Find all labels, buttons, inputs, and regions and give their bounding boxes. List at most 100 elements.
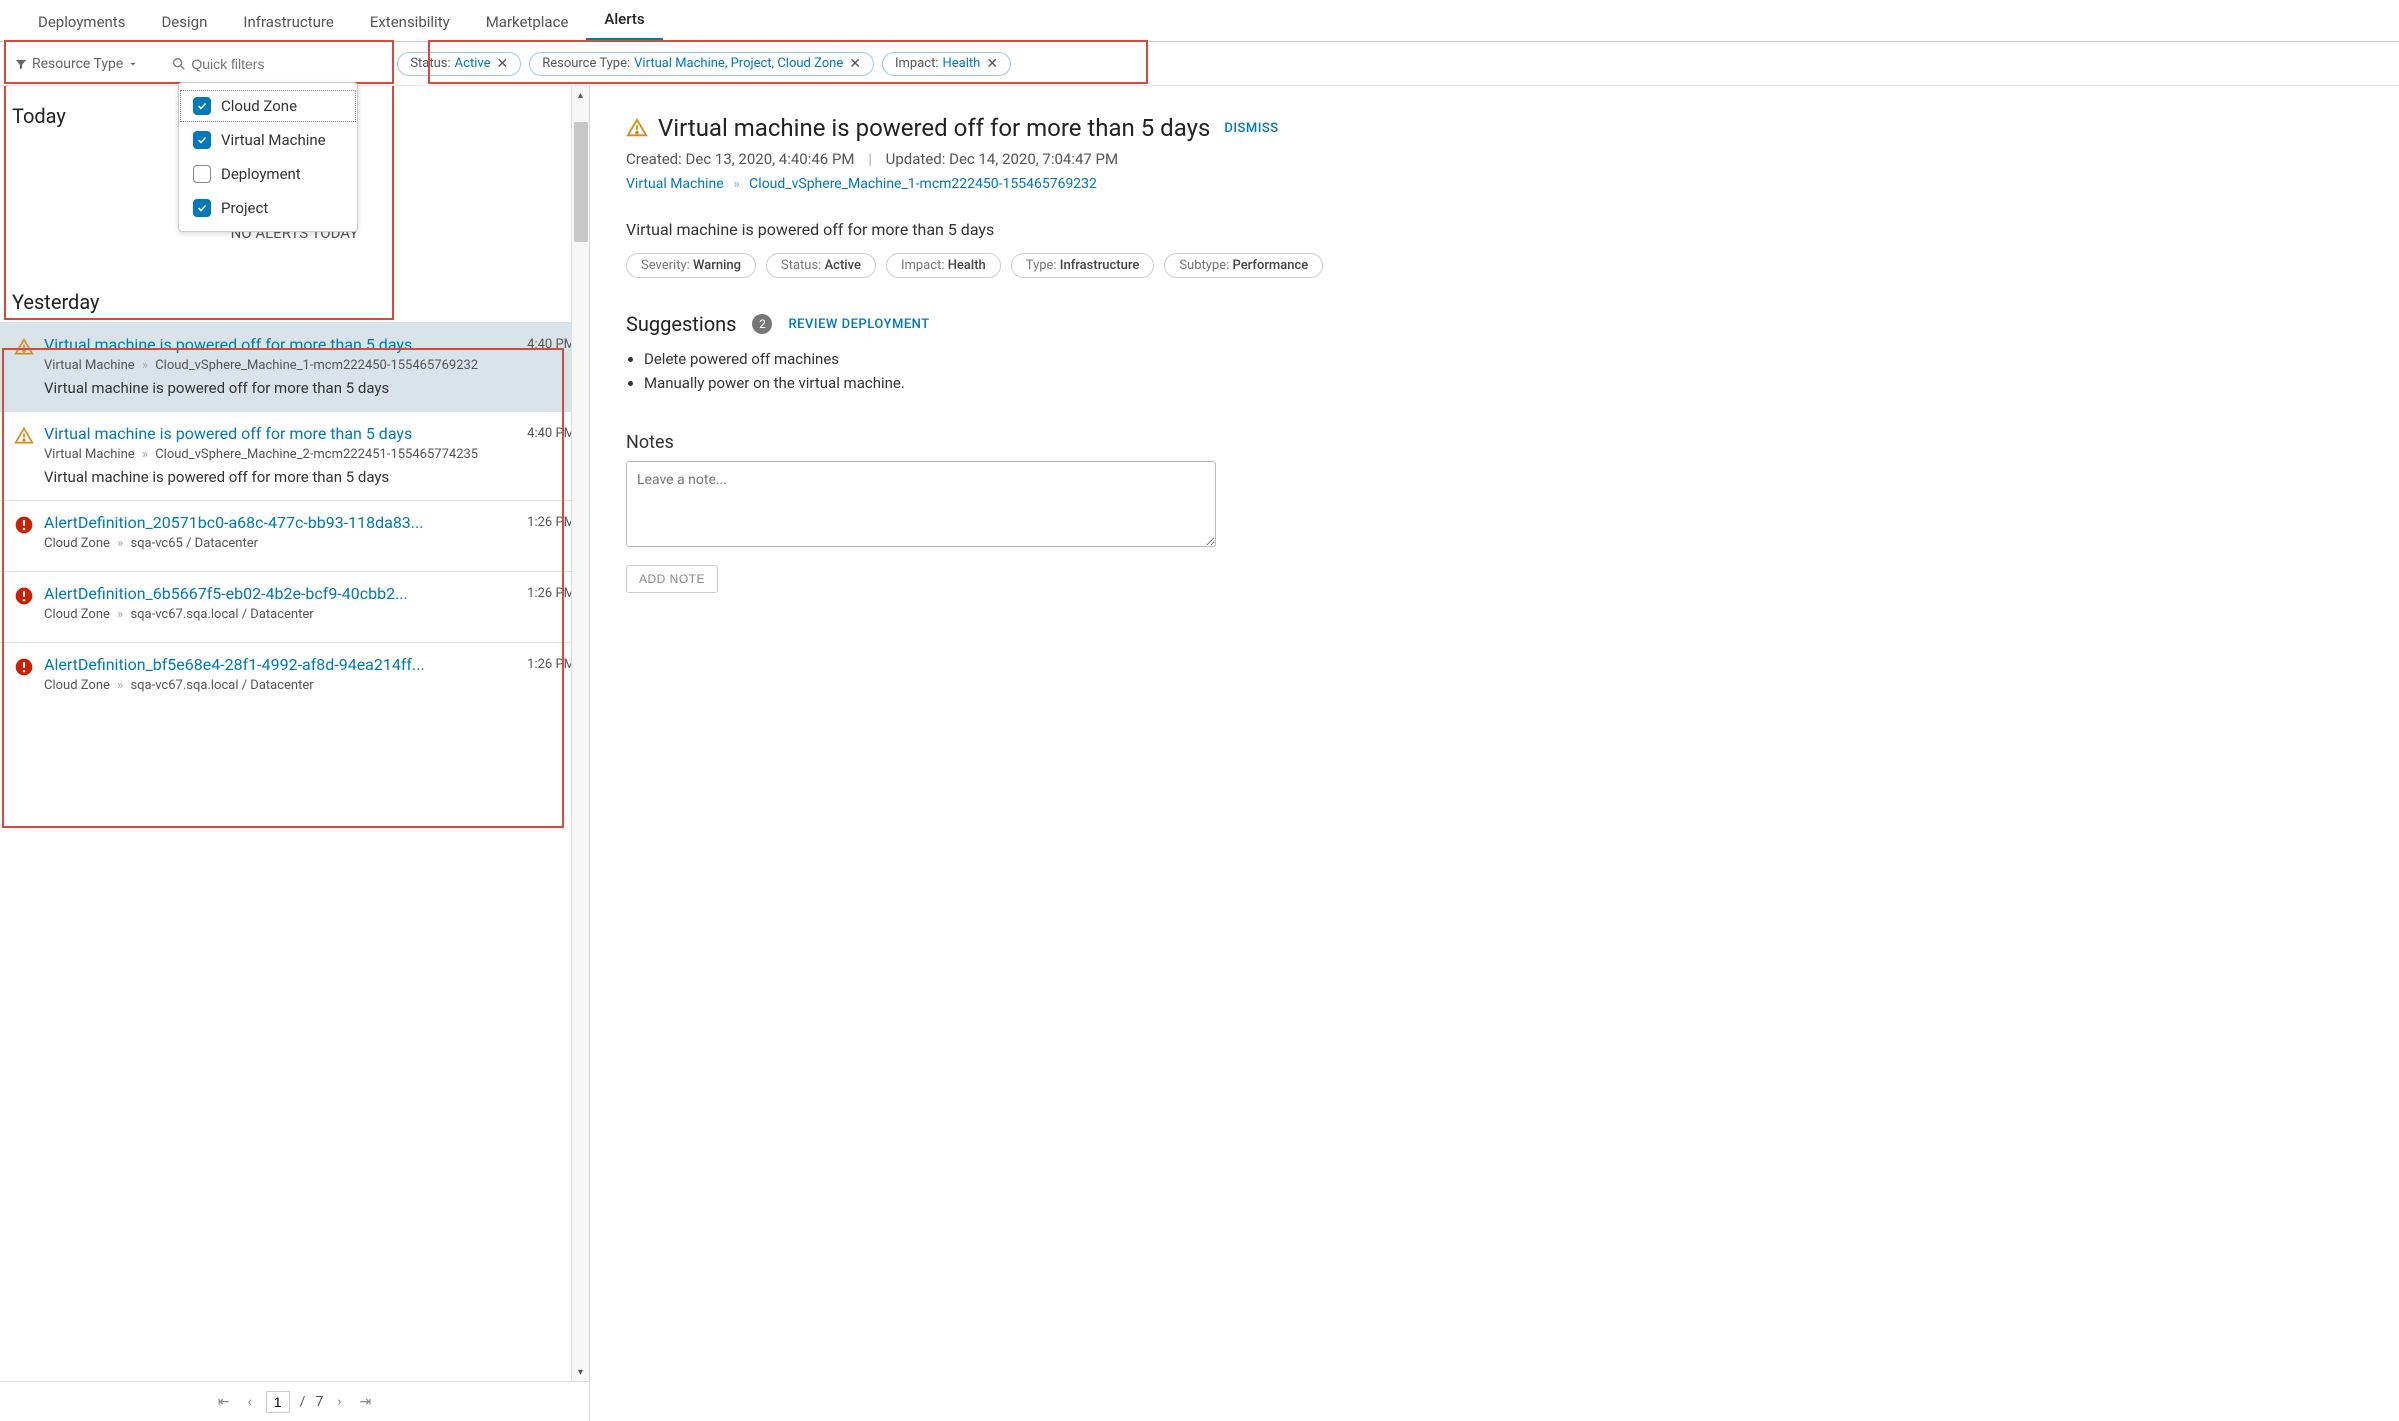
- dropdown-option[interactable]: Project: [179, 191, 357, 225]
- alert-detail-panel: Virtual machine is powered off for more …: [590, 86, 2399, 1421]
- note-input[interactable]: [626, 461, 1216, 547]
- checkbox[interactable]: [193, 131, 211, 149]
- alert-title: Virtual machine is powered off for more …: [44, 424, 517, 443]
- scrollbar[interactable]: ▴ ▾: [571, 86, 589, 1381]
- active-filter-pills: Status: Active ✕ Resource Type: Virtual M…: [397, 52, 1011, 76]
- suggestion-item: Manually power on the virtual machine.: [644, 374, 2363, 392]
- alert-time: 1:26 PM: [527, 513, 575, 557]
- bc-type-link[interactable]: Virtual Machine: [626, 176, 724, 192]
- page-next[interactable]: ›: [333, 1394, 345, 1410]
- close-icon[interactable]: ✕: [986, 56, 998, 72]
- alert-time: 1:26 PM: [527, 655, 575, 699]
- quick-filter-input[interactable]: [187, 52, 337, 76]
- tab-infrastructure[interactable]: Infrastructure: [225, 3, 351, 41]
- critical-icon: [14, 513, 34, 557]
- suggestions-list: Delete powered off machines Manually powe…: [644, 350, 2363, 392]
- detail-description: Virtual machine is powered off for more …: [626, 220, 2363, 239]
- filter-pill[interactable]: Status: Active ✕: [397, 52, 521, 76]
- alert-title: Virtual machine is powered off for more …: [44, 335, 517, 354]
- alert-resource: Virtual Machine » Cloud_vSphere_Machine_…: [44, 358, 517, 373]
- tab-extensibility[interactable]: Extensibility: [352, 3, 468, 41]
- main-split: Today NO ALERTS TODAY Yesterday Virtual …: [0, 86, 2399, 1421]
- alert-time: 4:40 PM: [527, 335, 575, 397]
- page-total: 7: [315, 1394, 323, 1410]
- detail-tag: Impact: Health: [886, 253, 1001, 278]
- filter-pill[interactable]: Resource Type: Virtual Machine, Project,…: [529, 52, 874, 76]
- scroll-up-icon[interactable]: ▴: [572, 86, 589, 104]
- close-icon[interactable]: ✕: [496, 56, 508, 72]
- close-icon[interactable]: ✕: [849, 56, 861, 72]
- dropdown-option[interactable]: Cloud Zone: [179, 89, 357, 123]
- dropdown-option[interactable]: Deployment: [179, 157, 357, 191]
- page-first[interactable]: ⇤: [214, 1394, 234, 1410]
- alert-time: 4:40 PM: [527, 424, 575, 486]
- alert-resource: Cloud Zone » sqa-vc67.sqa.local / Datace…: [44, 678, 517, 693]
- alert-list-item[interactable]: AlertDefinition_bf5e68e4-28f1-4992-af8d-…: [0, 642, 589, 713]
- filter-pill[interactable]: Impact: Health ✕: [882, 52, 1011, 76]
- critical-icon: [14, 584, 34, 628]
- alert-list-item[interactable]: Virtual machine is powered off for more …: [0, 411, 589, 500]
- warning-icon: [626, 117, 648, 139]
- bc-name-link[interactable]: Cloud_vSphere_Machine_1-mcm222450-155465…: [749, 176, 1097, 192]
- alert-list-scroll: Today NO ALERTS TODAY Yesterday Virtual …: [0, 86, 589, 1381]
- page-sep: /: [300, 1394, 306, 1410]
- resource-type-dropdown: Cloud ZoneVirtual MachineDeploymentProje…: [178, 82, 358, 232]
- alert-list-item[interactable]: Virtual machine is powered off for more …: [0, 322, 589, 411]
- detail-tag: Subtype: Performance: [1164, 253, 1323, 278]
- tab-design[interactable]: Design: [143, 3, 225, 41]
- critical-icon: [14, 655, 34, 699]
- pagination: ⇤ ‹ / 7 › ⇥: [0, 1381, 589, 1421]
- detail-title: Virtual machine is powered off for more …: [658, 114, 1210, 142]
- warning-icon: [14, 424, 34, 486]
- chevron-down-icon: [127, 58, 139, 70]
- alert-title: AlertDefinition_20571bc0-a68c-477c-bb93-…: [44, 513, 517, 532]
- tab-marketplace[interactable]: Marketplace: [468, 3, 587, 41]
- alert-title: AlertDefinition_bf5e68e4-28f1-4992-af8d-…: [44, 655, 517, 674]
- resource-type-label: Resource Type: [32, 56, 123, 72]
- alert-list-item[interactable]: AlertDefinition_20571bc0-a68c-477c-bb93-…: [0, 500, 589, 571]
- detail-tag: Severity: Warning: [626, 253, 756, 278]
- detail-breadcrumb: Virtual Machine » Cloud_vSphere_Machine_…: [626, 176, 2363, 192]
- alert-title: AlertDefinition_6b5667f5-eb02-4b2e-bcf9-…: [44, 584, 517, 603]
- filter-icon: [14, 57, 28, 71]
- filter-row: Resource Type Status: Active ✕ Resource T…: [0, 42, 2399, 86]
- suggestion-item: Delete powered off machines: [644, 350, 2363, 368]
- alert-description: Virtual machine is powered off for more …: [44, 468, 517, 486]
- alert-resource: Cloud Zone » sqa-vc67.sqa.local / Datace…: [44, 607, 517, 622]
- tab-deployments[interactable]: Deployments: [20, 3, 143, 41]
- suggestions-heading: Suggestions: [626, 312, 736, 336]
- dropdown-option[interactable]: Virtual Machine: [179, 123, 357, 157]
- detail-dates: Created: Dec 13, 2020, 4:40:46 PM | Upda…: [626, 150, 2363, 168]
- resource-type-filter[interactable]: Resource Type: [8, 56, 149, 72]
- alert-list-item[interactable]: AlertDefinition_6b5667f5-eb02-4b2e-bcf9-…: [0, 571, 589, 642]
- alert-resource: Cloud Zone » sqa-vc65 / Datacenter: [44, 536, 517, 551]
- nav-tabs: DeploymentsDesignInfrastructureExtensibi…: [0, 0, 2399, 42]
- page-last[interactable]: ⇥: [356, 1394, 376, 1410]
- alert-list-panel: Today NO ALERTS TODAY Yesterday Virtual …: [0, 86, 590, 1421]
- quick-filter-wrap: [171, 52, 337, 76]
- chevron-right-icon: »: [733, 176, 740, 192]
- alert-description: Virtual machine is powered off for more …: [44, 379, 517, 397]
- detail-title-row: Virtual machine is powered off for more …: [626, 114, 1210, 142]
- search-icon: [171, 56, 187, 72]
- checkbox[interactable]: [193, 199, 211, 217]
- warning-icon: [14, 335, 34, 397]
- detail-tag: Status: Active: [766, 253, 876, 278]
- scrollbar-thumb[interactable]: [574, 122, 588, 242]
- checkbox[interactable]: [193, 97, 211, 115]
- alert-time: 1:26 PM: [527, 584, 575, 628]
- page-input[interactable]: [266, 1391, 290, 1413]
- detail-tag: Type: Infrastructure: [1011, 253, 1155, 278]
- checkbox[interactable]: [193, 165, 211, 183]
- dismiss-button[interactable]: DISMISS: [1224, 121, 1278, 136]
- page-prev[interactable]: ‹: [243, 1394, 255, 1410]
- alert-resource: Virtual Machine » Cloud_vSphere_Machine_…: [44, 447, 517, 462]
- yesterday-heading: Yesterday: [0, 272, 589, 322]
- suggestions-count-badge: 2: [752, 314, 772, 334]
- notes-heading: Notes: [626, 432, 2363, 453]
- detail-tags: Severity: Warning Status: Active Impact: H…: [626, 253, 2363, 278]
- add-note-button[interactable]: ADD NOTE: [626, 565, 718, 593]
- review-deployment-button[interactable]: REVIEW DEPLOYMENT: [788, 317, 929, 332]
- tab-alerts[interactable]: Alerts: [586, 0, 662, 41]
- scroll-down-icon[interactable]: ▾: [572, 1363, 589, 1381]
